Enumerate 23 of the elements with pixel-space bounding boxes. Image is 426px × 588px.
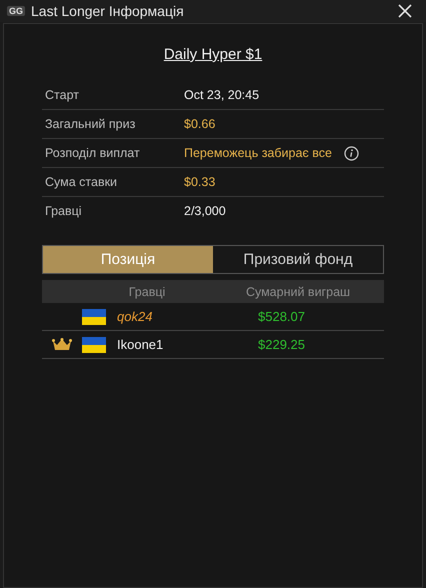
- winnings-value: $528.07: [257, 309, 306, 324]
- column-header: Гравці: [128, 284, 166, 298]
- info-value: $0.33: [184, 175, 216, 189]
- winnings-value: $229.25: [257, 337, 306, 352]
- info-value: $0.66: [184, 117, 216, 131]
- player-name: Ikoone1: [117, 337, 164, 352]
- flag-icon: [82, 308, 106, 324]
- window-title: Last Longer Інформація: [31, 3, 185, 19]
- info-icon[interactable]: [344, 146, 359, 160]
- tournament-name: Daily Hyper $1: [162, 46, 264, 63]
- info-label: Старт: [45, 88, 80, 102]
- app-logo: GG: [7, 6, 26, 16]
- column-header: Сумарний виграш: [244, 284, 352, 298]
- info-value: Oct 23, 20:45: [184, 88, 260, 102]
- info-label: Розподіл виплат: [45, 146, 141, 160]
- flag-icon: [82, 336, 106, 352]
- info-label: Загальний приз: [45, 117, 136, 131]
- player-name: qok24: [117, 309, 154, 324]
- close-icon[interactable]: [398, 4, 412, 18]
- info-value: 2/3,000: [184, 204, 226, 218]
- info-value: Переможець забирає все: [184, 146, 332, 160]
- info-label: Гравці: [45, 204, 83, 218]
- info-label: Сума ставки: [45, 175, 118, 189]
